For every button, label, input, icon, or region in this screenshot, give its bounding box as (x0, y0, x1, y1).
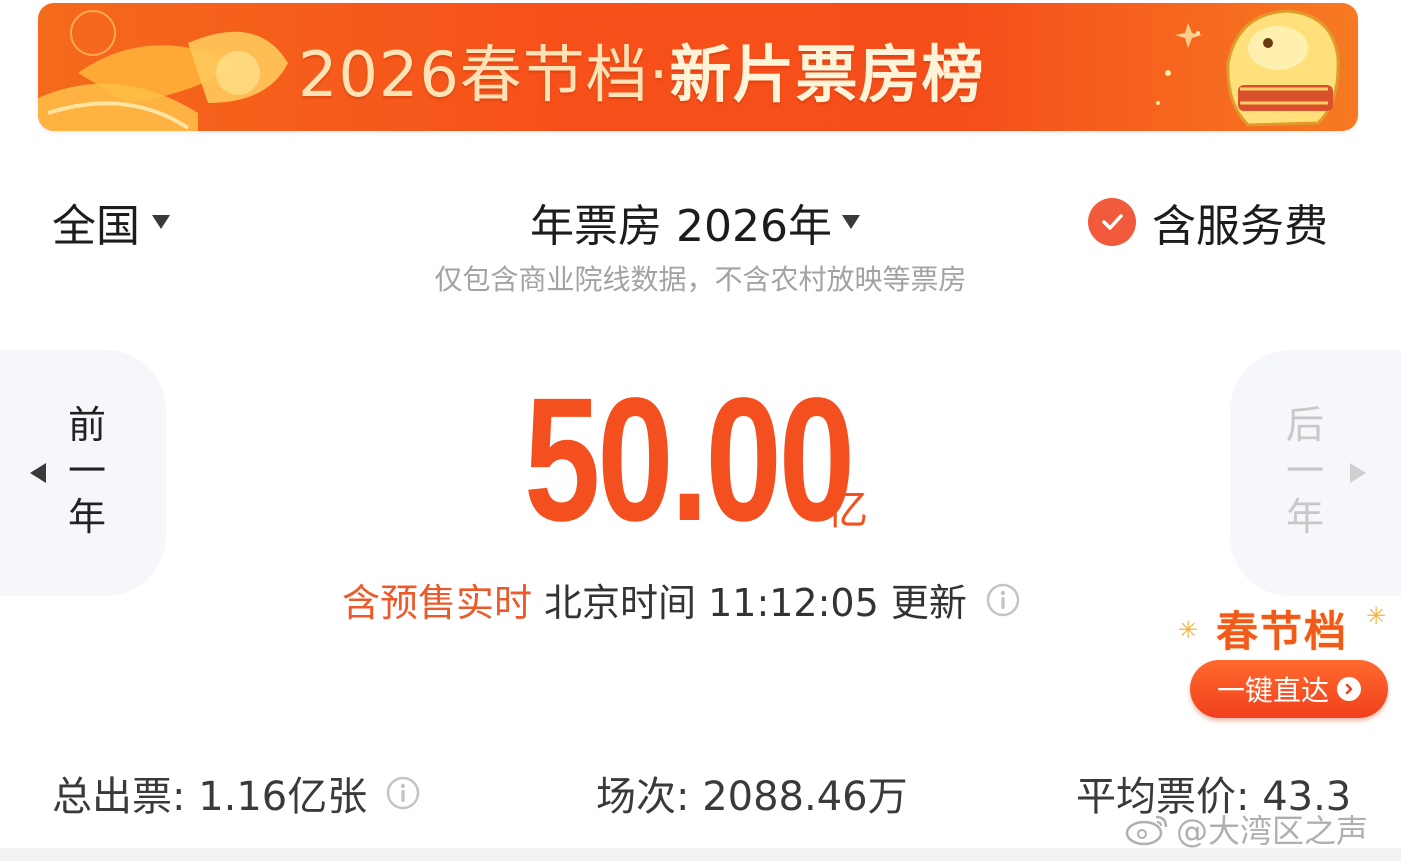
spring-festival-banner[interactable]: 2026春节档· 新片票房榜 (38, 3, 1358, 131)
prev-year-char: 年 (68, 495, 107, 539)
info-icon[interactable] (385, 775, 421, 811)
next-year-label: 后 一 年 (1286, 402, 1324, 540)
spring-festival-title: 春节档 (1216, 607, 1349, 656)
weibo-logo-icon (1125, 815, 1168, 846)
watermark-text: @大湾区之声 (1176, 812, 1369, 850)
go-direct-label: 一键直达 (1216, 674, 1329, 707)
service-fee-label: 含服务费 (1152, 201, 1328, 252)
year-selector[interactable]: 年票房 2026年 (530, 190, 860, 254)
box-office-page: 2026春节档· 新片票房榜 全国 年票房 2026年 含服务费 仅包含商业院线 (0, 0, 1401, 861)
banner-title-chart: 新片票房榜 (669, 38, 985, 111)
screenings-stat: 场次: 2088.46万 (596, 774, 908, 820)
go-direct-button[interactable]: 一键直达 (1190, 660, 1388, 718)
update-status: 含预售实时 北京时间 11:12:05 更新 (342, 572, 1021, 627)
prev-year-label: 前 一 年 (68, 402, 106, 540)
service-fee-toggle[interactable]: 含服务费 (1088, 190, 1328, 254)
total-tickets-stat: 总出票: 1.16亿张 (52, 764, 421, 822)
info-icon[interactable] (985, 582, 1021, 618)
box-office-total: 50.00 (524, 362, 855, 558)
banner-title: 2026春节档· 新片票房榜 (298, 27, 985, 111)
total-tickets-value: 总出票: 1.16亿张 (52, 774, 368, 820)
caret-down-icon (152, 215, 170, 229)
arrow-right-icon (1350, 463, 1366, 483)
region-selector[interactable]: 全国 (52, 190, 170, 254)
bottom-divider (0, 848, 1401, 861)
data-scope-note: 仅包含商业院线数据，不含农村放映等票房 (434, 263, 967, 296)
checkmark-icon (1088, 198, 1136, 246)
spring-festival-shortcut[interactable]: ✳ ✳ 春节档 一键直达 (1176, 598, 1401, 723)
year-selector-label: 年票房 2026年 (530, 201, 832, 252)
update-time: 北京时间 11:12:05 更新 (544, 581, 967, 625)
caret-down-icon (841, 215, 860, 229)
sparkle-icon: ✳ (1366, 602, 1387, 630)
next-year-char: 年 (1286, 495, 1325, 539)
next-year-char: 后 (1286, 403, 1325, 447)
prev-year-char: 前 (68, 403, 107, 447)
sparkle-icon: ✳ (1178, 616, 1199, 644)
horse-mascot-icon (1156, 9, 1340, 127)
region-label: 全国 (52, 201, 140, 252)
weibo-watermark: @大湾区之声 (1124, 806, 1368, 852)
presale-label: 含预售实时 (342, 581, 533, 625)
chevron-right-icon (1337, 677, 1361, 701)
lantern-decoration-icon (38, 10, 288, 131)
next-year-char: 一 (1286, 449, 1325, 493)
next-year-button[interactable]: 后 一 年 (1230, 350, 1401, 596)
arrow-left-icon (30, 463, 46, 483)
prev-year-button[interactable]: 前 一 年 (0, 350, 166, 596)
banner-title-year: 2026春节档· (298, 38, 670, 111)
prev-year-char: 一 (68, 449, 107, 493)
box-office-unit: 亿 (826, 485, 869, 534)
